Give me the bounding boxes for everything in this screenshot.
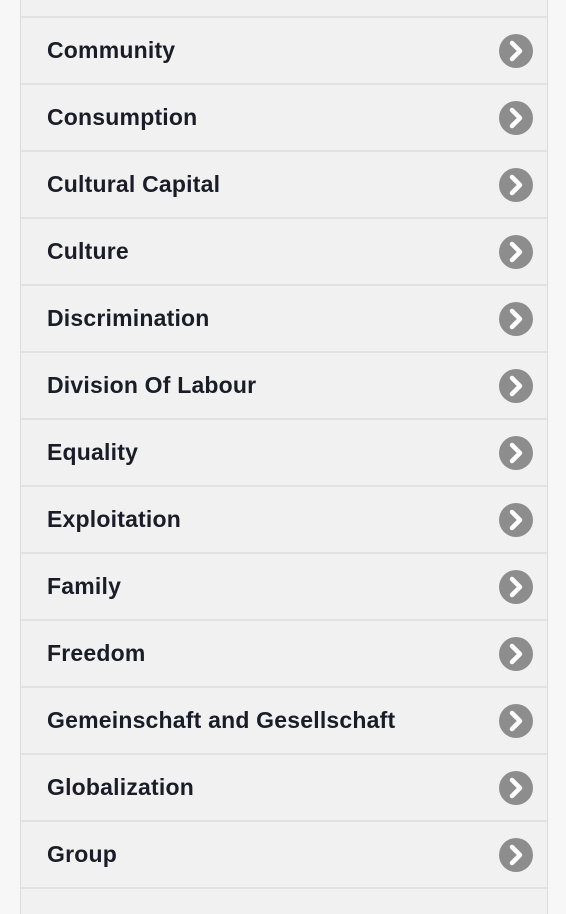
chevron-right-circle-icon (499, 33, 533, 68)
list-item-culture[interactable]: Culture (21, 219, 547, 286)
list-item-discrimination[interactable]: Discrimination (21, 286, 547, 353)
list-item-label: Gemeinschaft and Gesellschaft (47, 707, 396, 733)
list-item-label: Consumption (47, 104, 198, 130)
list-item-freedom[interactable]: Freedom (21, 621, 547, 688)
chevron-right-circle-icon (499, 100, 533, 135)
list-item-label: Group (47, 841, 117, 867)
list-item-equality[interactable]: Equality (21, 420, 547, 487)
chevron-right-circle-icon (499, 435, 533, 470)
list-item-label: Exploitation (47, 506, 182, 532)
list-item-label: Culture (47, 238, 129, 264)
list-item-label: Equality (47, 439, 139, 465)
list-item-label: Discrimination (47, 305, 210, 331)
list-item-partial-top (21, 0, 547, 18)
chevron-right-circle-icon (499, 167, 533, 202)
list-item-cultural-capital[interactable]: Cultural Capital (21, 152, 547, 219)
topic-list-panel: Community Consumption Cultural Capital C… (20, 0, 548, 914)
list-item-family[interactable]: Family (21, 554, 547, 621)
chevron-right-circle-icon (499, 636, 533, 671)
list-item-label: Community (47, 37, 176, 63)
list-item-exploitation[interactable]: Exploitation (21, 487, 547, 554)
list-item-community[interactable]: Community (21, 18, 547, 85)
list-item-division-of-labour[interactable]: Division Of Labour (21, 353, 547, 420)
topic-list: Community Consumption Cultural Capital C… (21, 0, 547, 889)
list-item-label: Freedom (47, 640, 146, 666)
chevron-right-circle-icon (499, 301, 533, 336)
list-item-gemeinschaft-and-gesellschaft[interactable]: Gemeinschaft and Gesellschaft (21, 688, 547, 755)
chevron-right-circle-icon (499, 368, 533, 403)
list-item-globalization[interactable]: Globalization (21, 755, 547, 822)
list-item-group[interactable]: Group (21, 822, 547, 889)
chevron-right-circle-icon (499, 502, 533, 537)
chevron-right-circle-icon (499, 569, 533, 604)
chevron-right-circle-icon (499, 770, 533, 805)
chevron-right-circle-icon (499, 837, 533, 872)
list-item-consumption[interactable]: Consumption (21, 85, 547, 152)
chevron-right-circle-icon (499, 703, 533, 738)
chevron-right-circle-icon (499, 234, 533, 269)
list-item-label: Family (47, 573, 122, 599)
list-item-label: Division Of Labour (47, 372, 257, 398)
list-item-label: Cultural Capital (47, 171, 221, 197)
list-item-label: Globalization (47, 774, 194, 800)
